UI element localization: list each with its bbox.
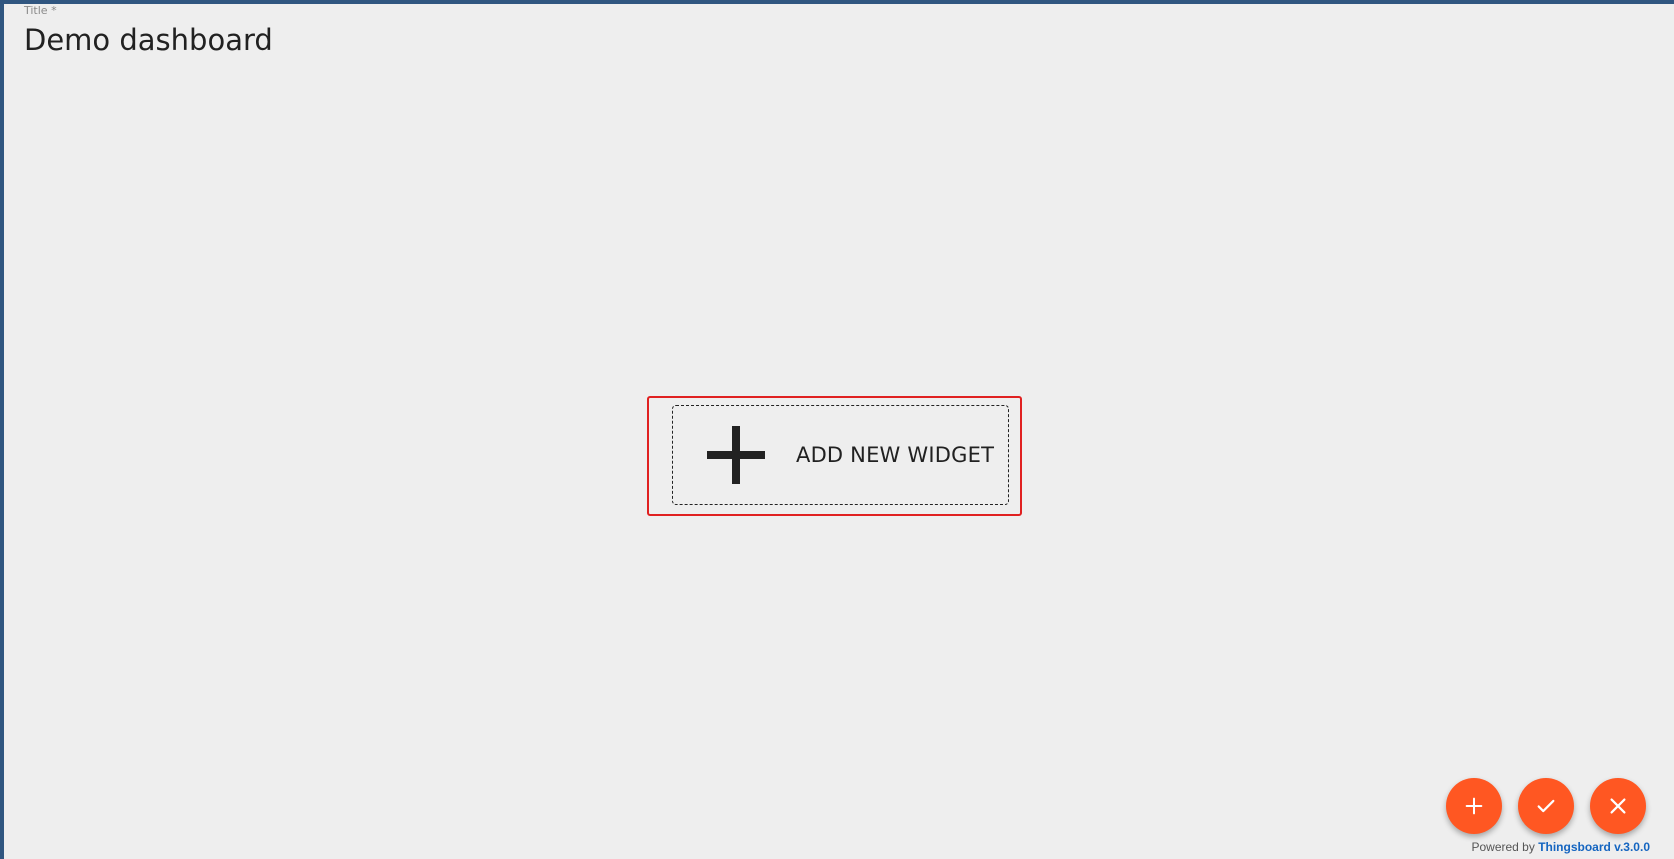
window-left-border: [0, 0, 4, 859]
cancel-fab[interactable]: [1590, 778, 1646, 834]
check-icon: [1537, 799, 1555, 813]
thingsboard-link[interactable]: Thingsboard v.3.0.0: [1538, 840, 1650, 854]
plus-icon: [1465, 797, 1483, 815]
add-widget-fab[interactable]: [1446, 778, 1502, 834]
dashboard-title-input[interactable]: Demo dashboard: [24, 22, 273, 58]
title-field-label: Title *: [24, 4, 57, 17]
add-new-widget-highlight: ADD NEW WIDGET: [647, 396, 1022, 516]
powered-by-footer: Powered by Thingsboard v.3.0.0: [1471, 840, 1650, 854]
powered-by-text: Powered by: [1471, 840, 1535, 854]
add-new-widget-button[interactable]: ADD NEW WIDGET: [672, 405, 1009, 505]
close-icon: [1610, 798, 1626, 814]
plus-icon: [707, 426, 765, 484]
add-new-widget-label: ADD NEW WIDGET: [796, 443, 995, 467]
dashboard-title-field[interactable]: Title * Demo dashboard: [24, 4, 273, 58]
apply-fab[interactable]: [1518, 778, 1574, 834]
